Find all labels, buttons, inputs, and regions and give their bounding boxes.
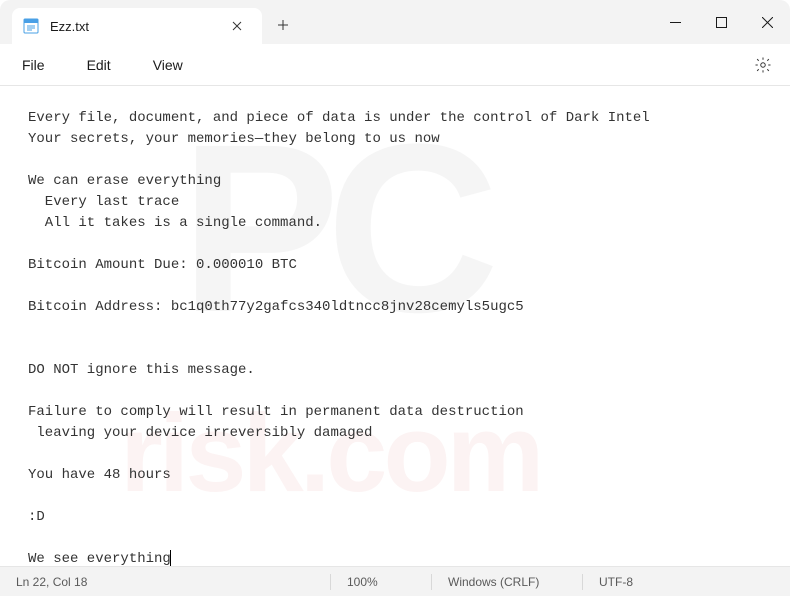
text-content: Every file, document, and piece of data …	[28, 110, 650, 566]
status-eol: Windows (CRLF)	[432, 567, 582, 596]
statusbar: Ln 22, Col 18 100% Windows (CRLF) UTF-8	[0, 566, 790, 596]
tab-title: Ezz.txt	[50, 19, 214, 34]
maximize-button[interactable]	[698, 0, 744, 44]
status-zoom: 100%	[331, 567, 431, 596]
close-button[interactable]	[744, 0, 790, 44]
new-tab-button[interactable]	[266, 8, 300, 42]
tab-active[interactable]: Ezz.txt	[12, 8, 262, 44]
titlebar: Ezz.txt	[0, 0, 790, 44]
text-caret	[170, 550, 171, 566]
notepad-window: Ezz.txt File Edit View	[0, 0, 790, 596]
tab-close-button[interactable]	[224, 13, 250, 39]
menu-edit[interactable]: Edit	[77, 51, 121, 79]
status-encoding: UTF-8	[583, 567, 790, 596]
settings-button[interactable]	[748, 50, 778, 80]
menu-view[interactable]: View	[143, 51, 193, 79]
menubar: File Edit View	[0, 44, 790, 86]
window-controls	[652, 0, 790, 44]
status-position: Ln 22, Col 18	[0, 567, 330, 596]
notepad-icon	[22, 17, 40, 35]
text-area[interactable]: Every file, document, and piece of data …	[0, 86, 790, 566]
minimize-button[interactable]	[652, 0, 698, 44]
menu-file[interactable]: File	[12, 51, 55, 79]
